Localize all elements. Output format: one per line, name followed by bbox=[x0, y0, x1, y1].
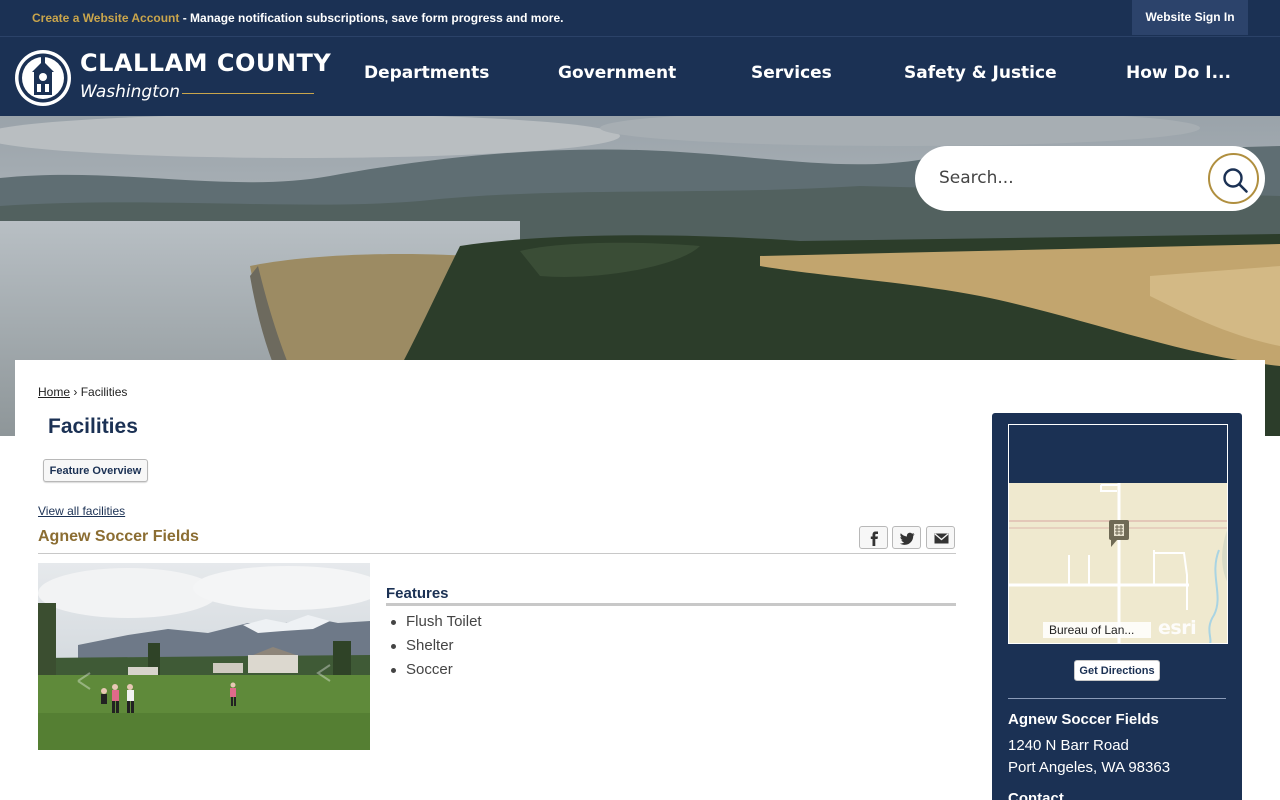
breadcrumb-current: Facilities bbox=[80, 385, 128, 399]
nav-departments[interactable]: Departments bbox=[364, 63, 489, 83]
feature-item: Shelter bbox=[386, 636, 482, 660]
features-list: Flush Toilet Shelter Soccer bbox=[386, 612, 482, 684]
features-heading: Features bbox=[386, 585, 449, 602]
feature-item: Soccer bbox=[386, 660, 482, 684]
share-email-button[interactable] bbox=[926, 526, 955, 549]
facility-title: Agnew Soccer Fields bbox=[38, 528, 199, 545]
site-header: CLALLAM COUNTY Washington Departments Go… bbox=[0, 36, 1280, 116]
share-facebook-button[interactable] bbox=[859, 526, 888, 549]
map-attribution: Bureau of Lan... bbox=[1043, 622, 1151, 638]
seal-logo-icon[interactable] bbox=[14, 49, 72, 107]
brand-subtitle[interactable]: Washington bbox=[80, 82, 180, 102]
page-title: Facilities bbox=[48, 415, 138, 438]
brand-name[interactable]: CLALLAM COUNTY bbox=[80, 49, 331, 77]
account-promo: Create a Website Account - Manage notifi… bbox=[32, 11, 563, 25]
utility-bar: Create a Website Account - Manage notifi… bbox=[0, 0, 1280, 36]
facility-photo[interactable] bbox=[38, 563, 370, 750]
account-promo-text: - Manage notification subscriptions, sav… bbox=[179, 11, 564, 25]
search-box bbox=[915, 146, 1265, 211]
breadcrumb: Home › Facilities bbox=[38, 385, 127, 399]
feature-overview-button[interactable]: Feature Overview bbox=[43, 459, 148, 482]
breadcrumb-home[interactable]: Home bbox=[38, 385, 70, 399]
feature-item: Flush Toilet bbox=[386, 612, 482, 636]
address-line-1: 1240 N Barr Road bbox=[1008, 737, 1129, 754]
facility-divider bbox=[38, 553, 956, 554]
view-all-facilities-link[interactable]: View all facilities bbox=[38, 504, 125, 518]
nav-services[interactable]: Services bbox=[751, 63, 832, 83]
features-divider bbox=[386, 603, 956, 606]
esri-logo: esri bbox=[1158, 617, 1197, 639]
email-icon bbox=[934, 533, 949, 544]
sidebar-divider bbox=[1008, 698, 1226, 699]
search-icon bbox=[1223, 168, 1248, 193]
nav-safety-justice[interactable]: Safety & Justice bbox=[904, 63, 1057, 83]
address-line-2: Port Angeles, WA 98363 bbox=[1008, 759, 1171, 776]
nav-how-do-i[interactable]: How Do I... bbox=[1126, 63, 1231, 83]
create-account-link[interactable]: Create a Website Account bbox=[32, 11, 179, 25]
brand-divider bbox=[182, 93, 314, 94]
share-twitter-button[interactable] bbox=[892, 526, 921, 549]
facility-map[interactable] bbox=[1008, 424, 1228, 644]
website-sign-in-button[interactable]: Website Sign In bbox=[1132, 0, 1248, 35]
search-button[interactable] bbox=[1208, 153, 1259, 204]
twitter-icon bbox=[900, 532, 915, 545]
breadcrumb-separator: › bbox=[73, 385, 78, 399]
contact-heading: Contact bbox=[1008, 790, 1064, 800]
sidebar-facility-name: Agnew Soccer Fields bbox=[1008, 711, 1159, 728]
facebook-icon bbox=[870, 531, 878, 546]
search-input[interactable] bbox=[939, 158, 1199, 198]
nav-government[interactable]: Government bbox=[558, 63, 676, 83]
get-directions-button[interactable]: Get Directions bbox=[1074, 660, 1160, 681]
